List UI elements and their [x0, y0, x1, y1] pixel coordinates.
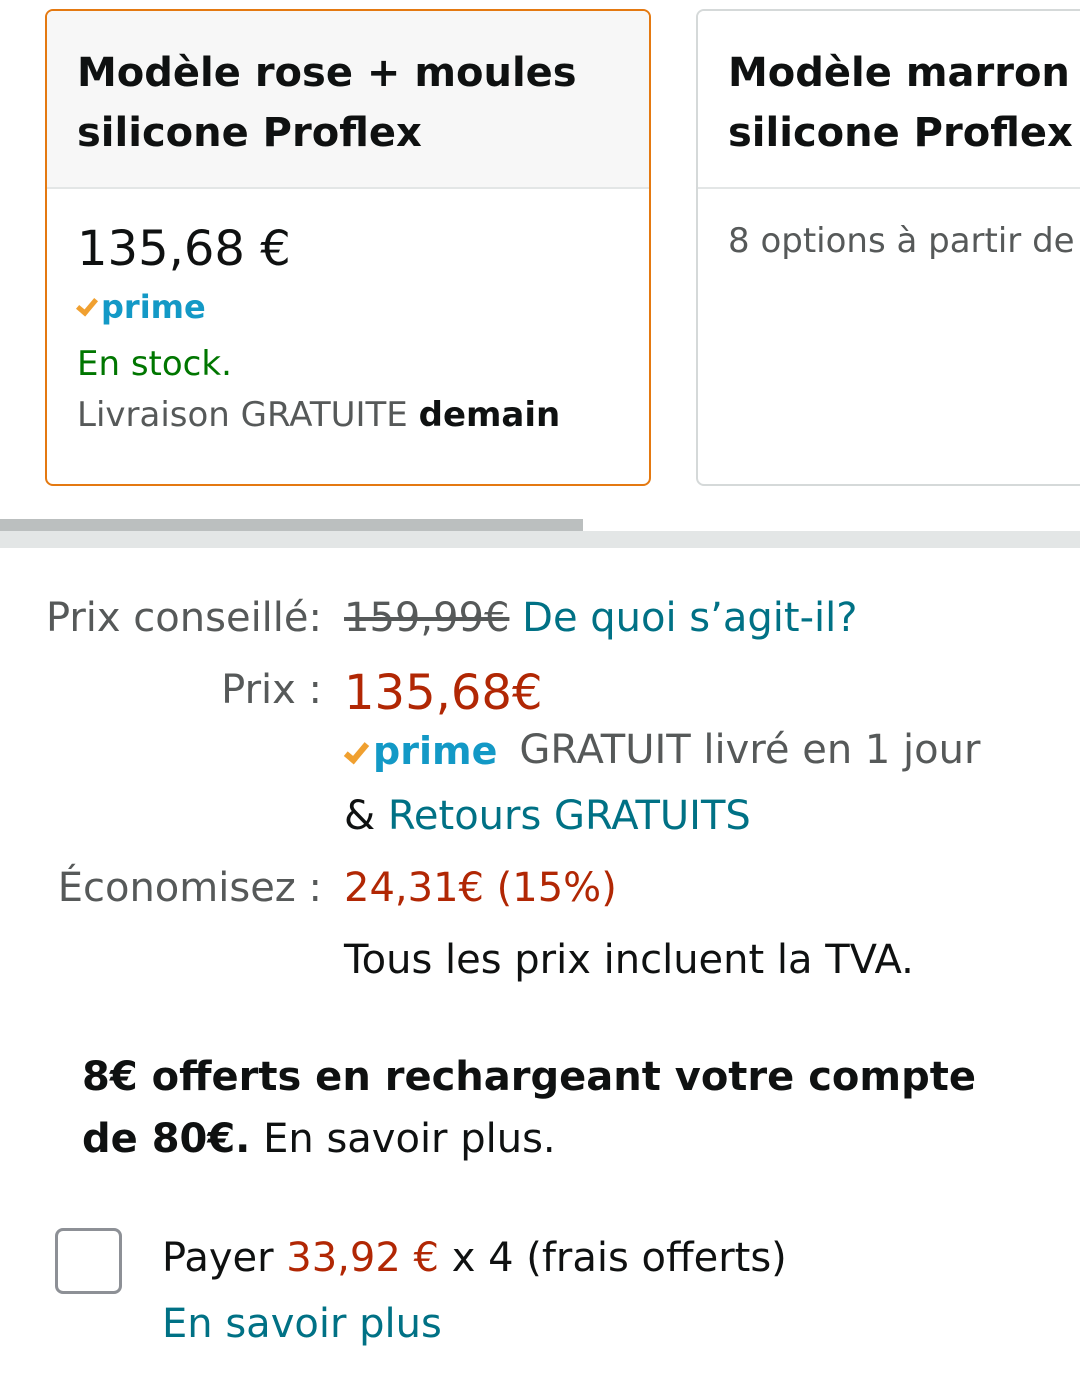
installments-prefix: Payer: [162, 1235, 274, 1281]
savings-label: Économisez :: [57, 865, 322, 911]
savings-row: 24,31€ (15%): [344, 860, 617, 916]
prime-label: prime: [373, 729, 498, 773]
delivery-prefix: Livraison GRATUITE: [77, 395, 408, 435]
returns-row: & Retours GRATUITS: [344, 788, 751, 844]
installments-learn-more-link[interactable]: En savoir plus: [162, 1294, 442, 1354]
variant-title: Modèle marron + silicone Proflex: [698, 11, 1080, 189]
product-page: Modèle rose + moules silicone Proflex 13…: [0, 0, 1080, 1381]
stock-status: En stock.: [77, 344, 232, 384]
variant-title: Modèle rose + moules silicone Proflex: [47, 11, 649, 189]
variant-card-brown[interactable]: Modèle marron + silicone Proflex 8 optio…: [696, 9, 1080, 486]
installments-checkbox[interactable]: [55, 1228, 122, 1294]
current-price: 135,68€: [344, 665, 543, 721]
installments-suffix: x 4 (frais offerts): [451, 1235, 787, 1281]
carousel-scroll-thumb[interactable]: [0, 519, 583, 531]
list-price-label: Prix conseillé:: [45, 595, 322, 641]
prime-label: prime: [101, 288, 206, 326]
prime-badge: prime: [75, 279, 649, 327]
reload-promo: 8€ offerts en rechargeant votre compte d…: [82, 1046, 1032, 1170]
variant-card-pink[interactable]: Modèle rose + moules silicone Proflex 13…: [45, 9, 651, 486]
variant-options: 8 options à partir de: [728, 221, 1075, 261]
price-row: 135,68€: [344, 662, 543, 727]
prime-shipping-text: GRATUIT livré en 1 jour: [519, 727, 981, 773]
variant-title-line: Modèle rose + moules: [77, 50, 577, 96]
list-price-row: 159,99€ De quoi s’agit-il?: [344, 590, 857, 646]
prime-check-icon: [75, 293, 99, 317]
returns-prefix: &: [344, 793, 376, 839]
price-label: Prix :: [221, 667, 322, 713]
prime-check-icon: [343, 737, 370, 765]
prime-badge: prime: [343, 729, 498, 773]
variant-title-line: Modèle marron +: [728, 50, 1080, 96]
savings-amount: 24,31€ (15%): [344, 865, 617, 911]
variant-price: 135,68 €: [77, 221, 291, 277]
promo-learn-more-link[interactable]: En savoir plus.: [263, 1116, 556, 1162]
free-returns-link[interactable]: Retours GRATUITS: [388, 793, 751, 839]
delivery-info: Livraison GRATUITE demain: [77, 387, 649, 443]
installments-text: Payer 33,92 € x 4 (frais offerts): [162, 1228, 787, 1288]
variant-title-line: silicone Proflex: [728, 110, 1073, 156]
what-is-it-link[interactable]: De quoi s’agit-il?: [522, 595, 857, 641]
carousel-scroll-track: [0, 531, 1080, 548]
list-price: 159,99€: [344, 595, 510, 641]
installments-amount: 33,92 €: [286, 1235, 439, 1281]
prime-shipping-row: prime GRATUIT livré en 1 jour: [343, 722, 981, 778]
delivery-day: demain: [418, 395, 561, 435]
vat-note: Tous les prix incluent la TVA.: [344, 937, 914, 983]
variant-title-line: silicone Proflex: [77, 110, 422, 156]
